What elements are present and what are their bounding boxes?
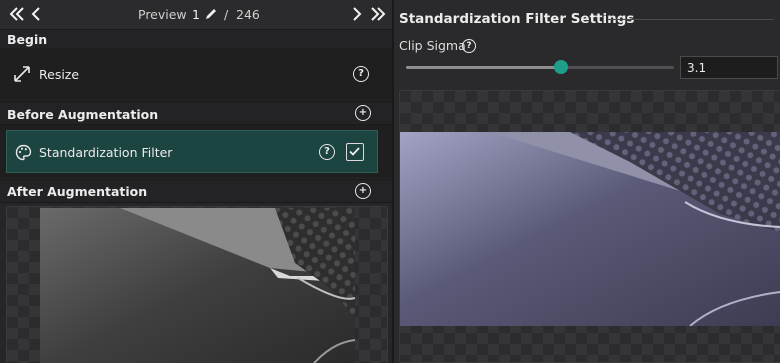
double-chevron-left-icon[interactable] <box>8 5 26 23</box>
section-before-title: Before Augmentation <box>7 107 159 122</box>
list-item-label: Standardization Filter <box>39 145 173 160</box>
augmentation-panel: Preview 1 / 246 Begin Resize ? Before Au… <box>0 0 392 363</box>
clip-sigma-slider[interactable] <box>406 66 674 69</box>
preview-separator: / <box>224 7 229 22</box>
preview-image <box>40 208 355 363</box>
chevron-left-icon[interactable] <box>29 5 43 23</box>
section-after-title: After Augmentation <box>7 184 148 199</box>
slider-fill <box>406 66 562 69</box>
settings-title: Standardization Filter Settings <box>399 11 635 27</box>
list-item-resize[interactable]: Resize ? <box>0 48 392 100</box>
clip-sigma-label: Clip Sigma <box>399 38 466 53</box>
preview-label: Preview <box>138 7 187 22</box>
help-icon[interactable]: ? <box>353 66 369 82</box>
chevron-right-icon[interactable] <box>350 5 364 23</box>
section-before-header: Before Augmentation + <box>0 101 392 125</box>
slider-thumb[interactable] <box>554 60 569 74</box>
plus-icon[interactable]: + <box>355 183 371 199</box>
preview-index[interactable]: 1 <box>192 7 200 22</box>
plus-icon[interactable]: + <box>355 105 371 121</box>
checkmark-icon <box>349 147 360 156</box>
clip-sigma-input[interactable] <box>680 56 778 79</box>
enabled-checkbox[interactable] <box>346 143 364 161</box>
filtered-preview-image <box>400 132 780 326</box>
palette-icon <box>15 144 32 164</box>
section-after-header: After Augmentation + <box>0 179 392 203</box>
double-chevron-right-icon[interactable] <box>369 5 387 23</box>
settings-panel: Standardization Filter Settings Clip Sig… <box>394 0 780 363</box>
help-icon[interactable]: ? <box>319 144 335 160</box>
list-item-label: Resize <box>39 67 80 82</box>
help-icon[interactable]: ? <box>462 39 476 53</box>
section-begin-title: Begin <box>7 32 48 47</box>
title-rule <box>608 19 774 20</box>
preview-toolbar: Preview 1 / 246 <box>0 0 392 29</box>
pencil-icon[interactable] <box>203 6 219 22</box>
resize-arrows-icon <box>13 65 31 86</box>
preview-total: 246 <box>236 7 260 22</box>
section-begin-header: Begin <box>0 29 392 49</box>
